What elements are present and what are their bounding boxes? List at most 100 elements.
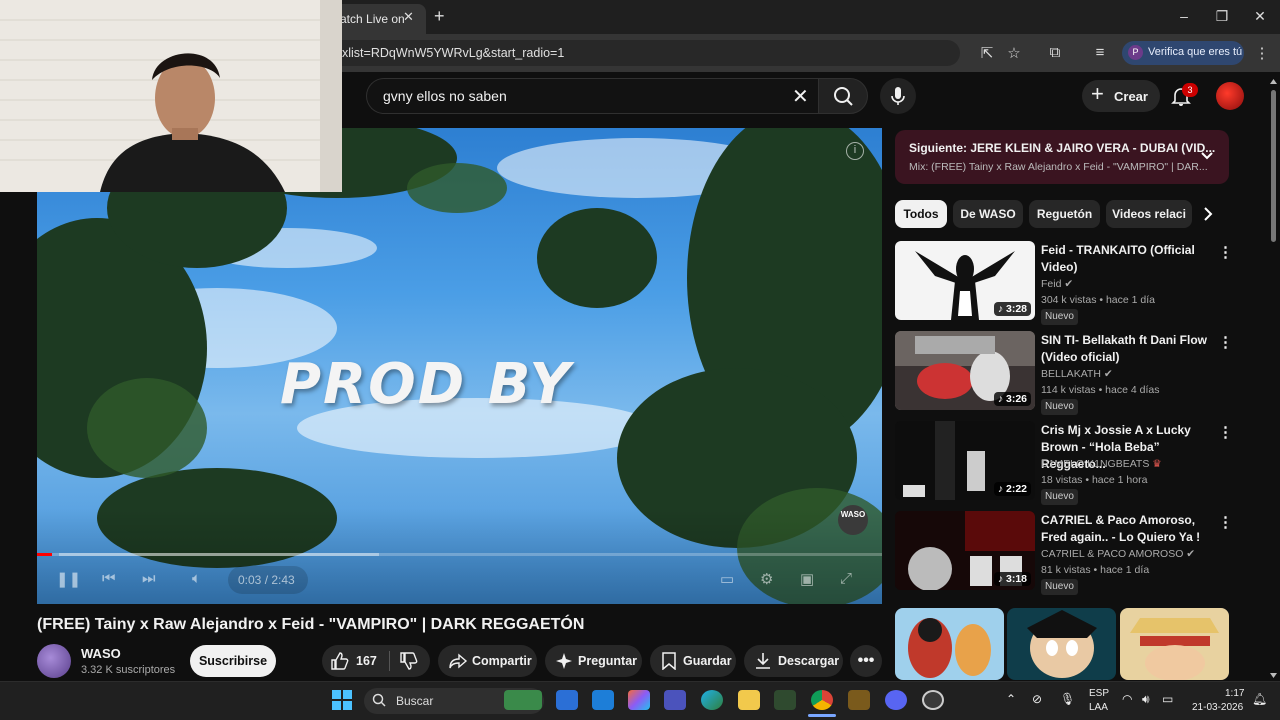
tab-title: atch Live on — [340, 12, 405, 26]
tray-chevron-icon[interactable]: ⌃ — [1006, 692, 1016, 706]
restore-icon[interactable]: ❐ — [1212, 8, 1232, 25]
playlist-next: Siguiente: JERE KLEIN & JAIRO VERA - DUB… — [909, 141, 1216, 155]
discord-icon[interactable] — [885, 690, 907, 710]
search-button[interactable] — [818, 78, 868, 114]
bookmark-star-icon[interactable]: ☆ — [1004, 44, 1024, 62]
volume-icon[interactable]: 🔈︎ — [192, 570, 201, 587]
subtitles-icon[interactable]: ▭ — [720, 570, 734, 588]
more-vert-icon[interactable]: ⋮ — [1218, 513, 1233, 531]
plus-icon: + — [1091, 81, 1104, 106]
language-bottom[interactable]: LAA — [1089, 702, 1108, 713]
rec-title[interactable]: CA7RIEL & Paco Amoroso, Fred again.. - L… — [1041, 512, 1211, 546]
file-explorer-icon[interactable] — [738, 690, 760, 710]
teams-icon[interactable] — [664, 690, 686, 710]
miniplayer-icon[interactable]: ▣ — [800, 570, 814, 588]
short-thumbnail[interactable] — [895, 608, 1004, 680]
playlist-panel[interactable] — [895, 130, 1229, 184]
outlook-icon[interactable] — [556, 690, 578, 710]
dislike-button[interactable] — [399, 651, 419, 676]
next-icon[interactable]: ⏭ — [142, 570, 156, 587]
language-top[interactable]: ESP — [1089, 688, 1109, 699]
verified-icon: ✔ — [1103, 368, 1113, 380]
subscribe-button[interactable]: Suscribirse — [190, 645, 276, 677]
microphone-tray-icon[interactable]: 🎙︎ — [1060, 692, 1075, 706]
chip-regueton[interactable]: Reguetón — [1029, 200, 1100, 228]
volume-tray-icon[interactable]: 🔊︎ — [1142, 692, 1150, 707]
duration-badge: ♪ 3:26 — [993, 392, 1031, 406]
short-thumbnail[interactable] — [1120, 608, 1229, 680]
rec-channel[interactable]: D1MELO K1NGBEATS ♛ — [1041, 458, 1162, 470]
verified-icon: ✔ — [1064, 278, 1074, 290]
chevron-right-icon[interactable] — [1202, 206, 1214, 227]
store-icon[interactable] — [592, 690, 614, 710]
page-scrollbar[interactable] — [1269, 78, 1278, 680]
search-icon — [834, 87, 853, 106]
music-note-icon: ♪ — [997, 303, 1006, 315]
progress-played — [37, 553, 52, 556]
rec-thumbnail[interactable]: ♪ 3:28 — [895, 241, 1035, 320]
more-actions-icon[interactable]: ••• — [850, 645, 882, 677]
info-icon[interactable]: i — [846, 142, 864, 160]
window-close-icon[interactable]: ✕ — [1250, 8, 1270, 25]
rec-title[interactable]: Feid - TRANKAITO (Official Video) — [1041, 242, 1211, 276]
voice-search-button[interactable] — [880, 78, 916, 114]
more-vert-icon[interactable]: ⋮ — [1218, 333, 1233, 351]
short-thumbnail[interactable] — [1007, 608, 1116, 680]
like-button[interactable] — [330, 651, 350, 676]
active-app-indicator — [808, 714, 836, 717]
chrome-icon[interactable] — [811, 690, 833, 710]
user-avatar[interactable] — [1216, 82, 1244, 110]
search-highlight-icon[interactable] — [504, 690, 542, 710]
settings-icon[interactable]: ⚙︎ — [760, 570, 773, 588]
copilot-icon[interactable] — [628, 690, 650, 710]
profile-avatar-icon: P — [1128, 45, 1143, 60]
more-vert-icon[interactable]: ⋮ — [1218, 243, 1233, 261]
rec-thumbnail[interactable]: ♪ 3:26 — [895, 331, 1035, 410]
clock-time[interactable]: 1:17 — [1225, 688, 1244, 699]
chip-videos-relacionados[interactable]: Videos relaci — [1106, 200, 1192, 228]
install-app-icon[interactable]: ⇱ — [977, 44, 997, 62]
video-title: (FREE) Tainy x Raw Alejandro x Feid - "V… — [37, 616, 585, 633]
channel-name[interactable]: WASO — [81, 646, 121, 661]
rec-channel[interactable]: Feid ✔ — [1041, 278, 1073, 290]
chip-todos[interactable]: Todos — [895, 200, 947, 228]
battery-icon[interactable]: ▭ — [1162, 692, 1173, 706]
previous-icon[interactable]: ⏮ — [102, 570, 116, 587]
rec-channel[interactable]: CA7RIEL & PACO AMOROSO ✔ — [1041, 548, 1195, 560]
clear-search-icon[interactable]: ✕ — [792, 84, 809, 109]
tray-app-icon[interactable]: ⊘ — [1032, 692, 1042, 706]
tab-close-icon[interactable]: ✕ — [403, 9, 414, 25]
wifi-icon[interactable]: ◠ — [1122, 692, 1132, 706]
rec-title[interactable]: SIN TI- Bellakath ft Dani Flow (Video of… — [1041, 332, 1211, 366]
clock-date[interactable]: 21-03-2026 — [1192, 702, 1243, 713]
minimize-icon[interactable]: – — [1174, 8, 1194, 24]
chevron-down-icon[interactable] — [1199, 148, 1215, 167]
rec-thumbnail[interactable]: ♪ 3:18 — [895, 511, 1035, 590]
search-input[interactable]: gvny ellos no saben — [366, 78, 818, 114]
channel-watermark[interactable]: WASO — [838, 505, 868, 535]
app-icon[interactable] — [922, 690, 944, 710]
extensions-icon[interactable]: ⧉ — [1045, 44, 1065, 61]
fullscreen-icon[interactable]: ⤢ — [840, 570, 852, 587]
media-controls-icon[interactable]: ≡ — [1090, 44, 1110, 61]
notification-center-icon[interactable]: 🔔︎ — [1252, 692, 1267, 706]
app-icon[interactable] — [848, 690, 870, 710]
new-badge: Nuevo — [1041, 399, 1078, 415]
webcam-overlay — [0, 0, 342, 192]
new-tab-icon[interactable]: + — [434, 6, 445, 27]
duration-badge: ♪ 3:18 — [993, 572, 1031, 586]
address-bar[interactable]: xlist=RDqWnW5YWRvLg&start_radio=1 — [330, 40, 960, 66]
windows-start-icon[interactable] — [331, 689, 353, 716]
notification-badge: 3 — [1182, 83, 1198, 97]
video-overlay-text: PROD BY — [280, 352, 572, 417]
more-vert-icon[interactable]: ⋮ — [1218, 423, 1233, 441]
pause-icon[interactable]: ❚❚ — [56, 570, 81, 588]
edge-icon[interactable] — [701, 690, 723, 710]
rec-thumbnail[interactable]: ♪ 2:22 — [895, 421, 1035, 500]
chip-de-waso[interactable]: De WASO — [953, 200, 1023, 228]
like-count: 167 — [356, 654, 377, 668]
rec-channel[interactable]: BELLAKATH ✔ — [1041, 368, 1113, 380]
browser-menu-icon[interactable]: ⋮ — [1252, 44, 1272, 62]
app-icon[interactable] — [774, 690, 796, 710]
channel-avatar[interactable] — [37, 644, 71, 678]
